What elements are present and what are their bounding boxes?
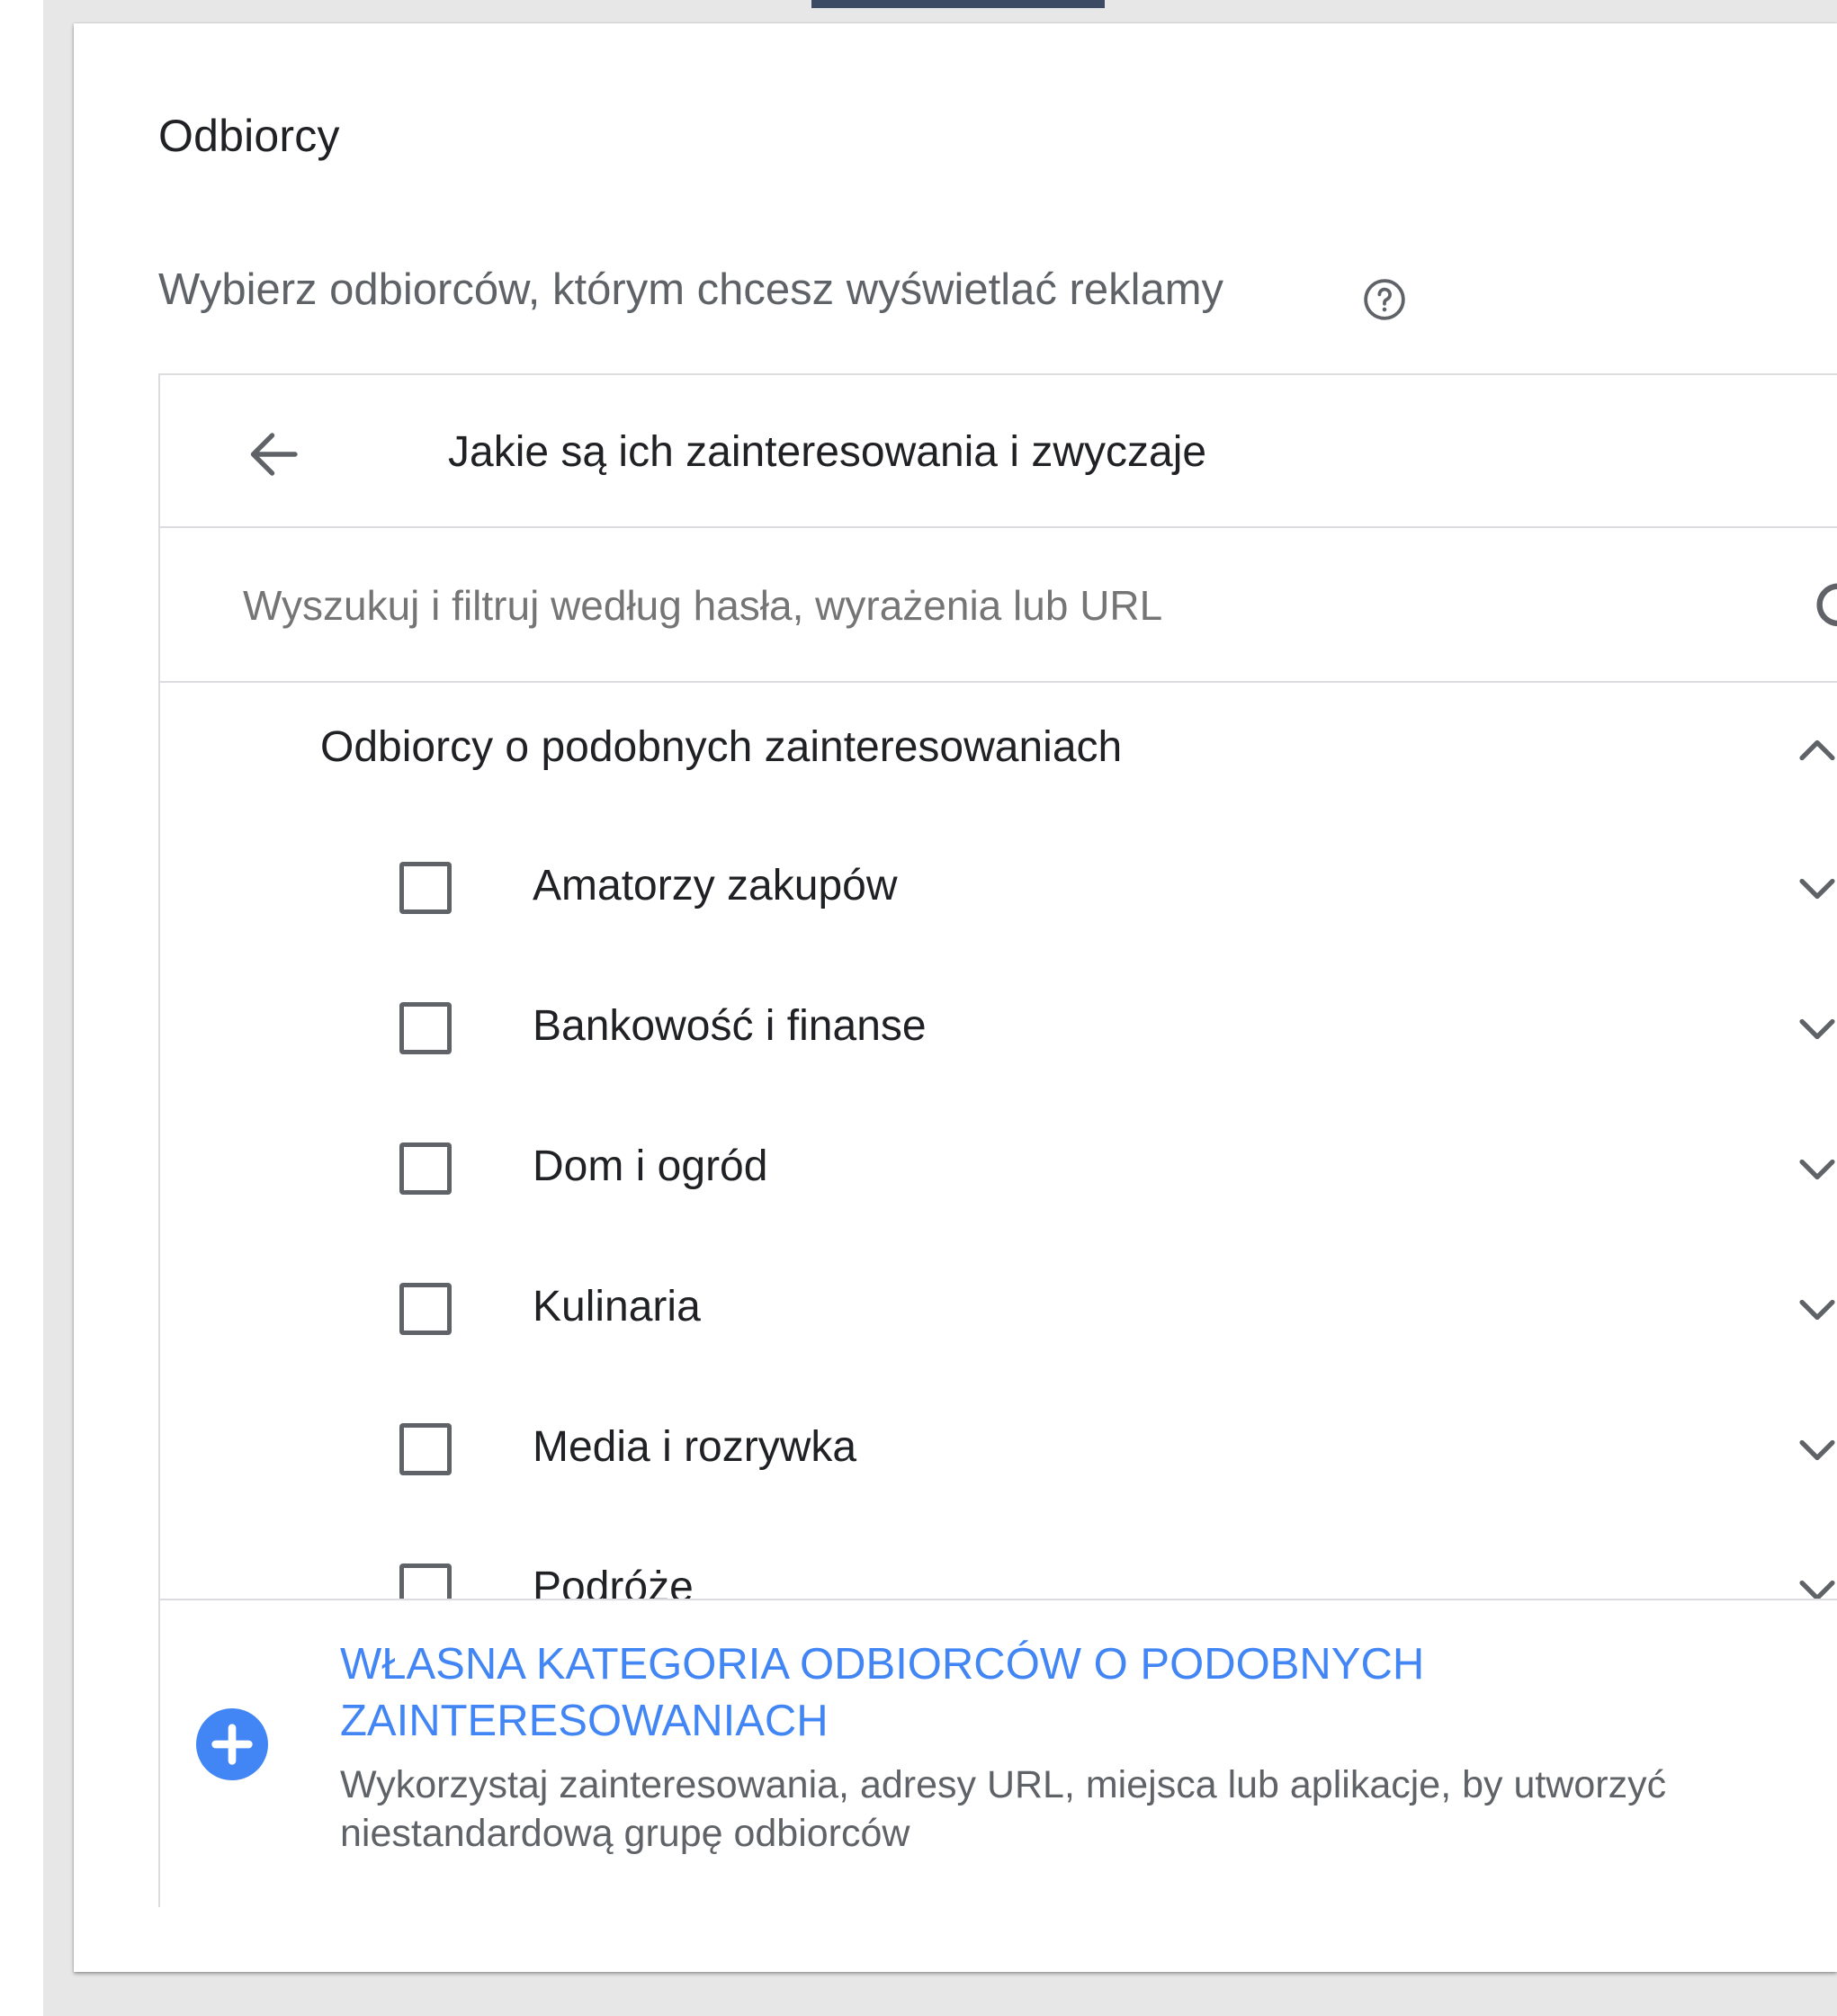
chevron-down-icon[interactable]	[1791, 1564, 1837, 1599]
list-item-label: Media i rozrywka	[533, 1423, 857, 1471]
custom-audience-title[interactable]: WŁASNA KATEGORIA ODBIORCÓW O PODOBNYCH Z…	[340, 1636, 1689, 1750]
top-tab-indicator	[811, 0, 1105, 8]
checkbox[interactable]	[399, 1423, 452, 1475]
search-icon[interactable]	[1808, 575, 1837, 647]
chevron-down-icon[interactable]	[1791, 863, 1837, 915]
chevron-down-icon[interactable]	[1791, 1143, 1837, 1196]
panel-header-title: Jakie są ich zainteresowania i zwyczaje	[448, 428, 1207, 476]
audience-card: Odbiorcy Wybierz odbiorców, którym chces…	[74, 23, 1837, 1972]
chevron-down-icon[interactable]	[1791, 1284, 1837, 1336]
add-circle-icon[interactable]	[196, 1708, 268, 1780]
chevron-up-icon[interactable]	[1791, 724, 1837, 776]
list-item[interactable]: Podróże	[160, 1519, 1837, 1599]
checkbox[interactable]	[399, 1283, 452, 1335]
list-item[interactable]: Media i rozrywka	[160, 1379, 1837, 1519]
group-header-affinity[interactable]: Odbiorcy o podobnych zainteresowaniach	[160, 683, 1837, 818]
custom-audience-description: Wykorzystaj zainteresowania, adresy URL,…	[340, 1763, 1667, 1855]
list-item[interactable]: Kulinaria	[160, 1239, 1837, 1379]
section-subtitle: Wybierz odbiorców, którym chcesz wyświet…	[158, 265, 1224, 314]
list-item-label: Kulinaria	[533, 1283, 701, 1331]
list-item[interactable]: Dom i ogród	[160, 1098, 1837, 1239]
checkbox[interactable]	[399, 862, 452, 914]
panel-header: Jakie są ich zainteresowania i zwyczaje	[160, 375, 1837, 528]
audience-list: Odbiorcy o podobnych zainteresowaniach A…	[160, 683, 1837, 1599]
chevron-down-icon[interactable]	[1791, 1424, 1837, 1476]
checkbox[interactable]	[399, 1002, 452, 1054]
group-title: Odbiorcy o podobnych zainteresowaniach	[320, 723, 1123, 771]
arrow-back-icon[interactable]	[241, 422, 306, 487]
chevron-down-icon[interactable]	[1791, 1003, 1837, 1055]
custom-affinity-audience-button[interactable]: WŁASNA KATEGORIA ODBIORCÓW O PODOBNYCH Z…	[160, 1599, 1837, 1907]
list-item-label: Bankowość i finanse	[533, 1002, 927, 1050]
audience-browser-panel: Jakie są ich zainteresowania i zwyczaje …	[158, 373, 1837, 1907]
list-item[interactable]: Bankowość i finanse	[160, 958, 1837, 1098]
list-item-label: Amatorzy zakupów	[533, 862, 898, 909]
list-item-label: Podróże	[533, 1564, 694, 1599]
checkbox[interactable]	[399, 1142, 452, 1195]
list-item-label: Dom i ogród	[533, 1142, 768, 1190]
checkbox[interactable]	[399, 1564, 452, 1599]
section-title: Odbiorcy	[158, 111, 340, 161]
search-input[interactable]	[237, 560, 1706, 650]
search-row	[160, 528, 1837, 683]
help-circle-icon[interactable]	[1362, 277, 1407, 322]
list-item[interactable]: Amatorzy zakupów	[160, 818, 1837, 958]
